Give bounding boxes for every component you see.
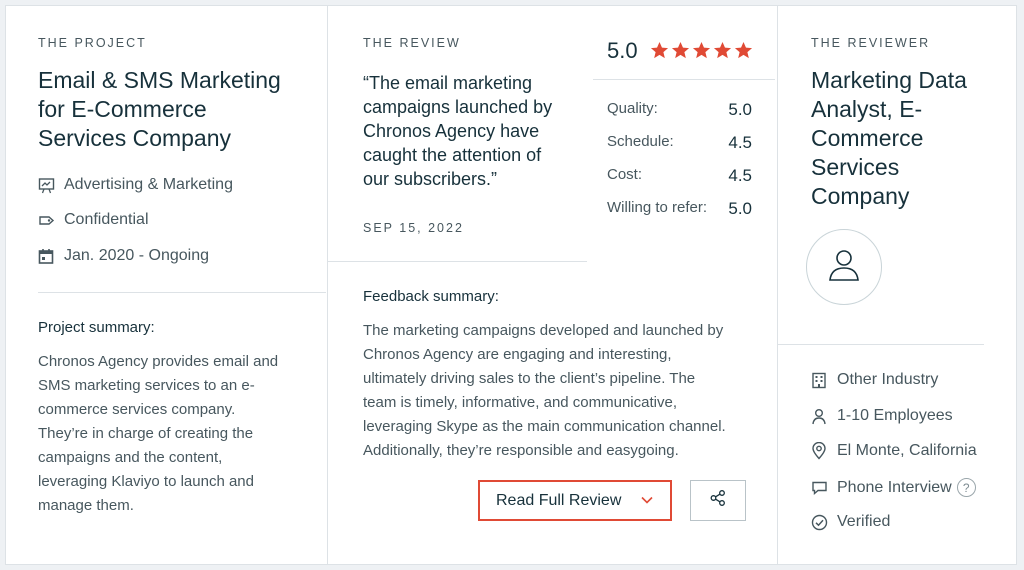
reviewer-industry-line: Other Industry — [811, 371, 938, 389]
read-full-review-label: Read Full Review — [496, 491, 622, 509]
presentation-chart-icon — [38, 177, 64, 194]
project-summary-heading: Project summary: — [38, 319, 155, 336]
project-title-line: Services Company — [38, 125, 232, 151]
price-tag-icon — [38, 212, 64, 229]
calendar-icon — [38, 248, 64, 265]
project-summary-text: Chronos Agency provides email and SMS ma… — [38, 350, 278, 518]
divider — [328, 261, 587, 262]
project-section-label: THE PROJECT — [38, 36, 147, 50]
feedback-line: Additionally, they’re responsible and ea… — [363, 442, 679, 459]
check-circle-icon — [811, 514, 837, 531]
feedback-line: leveraging Skype as the main communicati… — [363, 418, 726, 435]
summary-line: commerce services company. — [38, 401, 236, 418]
project-title-line: Email & SMS Marketing — [38, 67, 281, 93]
project-budget-line: Confidential — [38, 211, 149, 229]
share-button[interactable] — [690, 480, 746, 521]
reviewer-verified-text: Verified — [837, 513, 891, 530]
column-divider — [777, 6, 778, 564]
avatar — [806, 229, 882, 305]
reviewer-location-text: El Monte, California — [837, 442, 977, 459]
project-service-line: Advertising & Marketing — [38, 176, 233, 194]
reviewer-title: Marketing Data Analyst, E- Commerce Serv… — [811, 66, 967, 211]
star-icon — [692, 41, 711, 59]
reviewer-title-line: Commerce — [811, 125, 924, 151]
reviewer-section-label: THE REVIEWER — [811, 36, 931, 50]
quote-line: Chronos Agency have — [363, 121, 540, 141]
rating-value: 4.5 — [728, 166, 752, 185]
rating-willing-to-refer: Willing to refer: 5.0 — [607, 199, 752, 219]
read-full-review-button[interactable]: Read Full Review — [478, 480, 672, 521]
summary-line: Chronos Agency provides email and — [38, 353, 279, 370]
divider — [38, 292, 326, 293]
reviewer-interview-text: Phone Interview — [837, 478, 952, 496]
reviewer-title-line: Marketing Data — [811, 67, 967, 93]
rating-quality: Quality: 5.0 — [607, 100, 752, 120]
rating-label: Willing to refer: — [607, 199, 708, 216]
review-section-label: THE REVIEW — [363, 36, 461, 50]
star-icon — [671, 41, 690, 59]
chat-bubble-icon — [811, 480, 837, 496]
help-icon[interactable]: ? — [956, 478, 976, 497]
user-icon — [811, 408, 837, 425]
star-icon — [650, 41, 669, 59]
review-quote: “The email marketing campaigns launched … — [363, 71, 552, 191]
feedback-summary-text: The marketing campaigns developed and la… — [363, 319, 726, 463]
review-date: SEP 15, 2022 — [363, 221, 464, 235]
reviewer-location-line: El Monte, California — [811, 442, 977, 460]
share-icon — [709, 489, 727, 512]
rating-label: Quality: — [607, 100, 658, 117]
quote-line: our subscribers.” — [363, 169, 498, 189]
divider — [593, 79, 775, 80]
star-icon — [734, 41, 753, 59]
quote-line: campaigns launched by — [363, 97, 553, 117]
summary-line: SMS marketing services to an e- — [38, 377, 255, 394]
feedback-line: ultimately driving sales to the client’s… — [363, 370, 696, 387]
overall-score: 5.0 — [607, 38, 638, 63]
quote-line: caught the attention of — [363, 145, 542, 165]
project-title-line: for E-Commerce — [38, 96, 207, 122]
reviewer-verified-line: Verified — [811, 513, 890, 531]
reviewer-title-line: Analyst, E- — [811, 96, 923, 122]
summary-line: leveraging Klaviyo to launch and — [38, 473, 254, 490]
summary-line: campaigns and the content, — [38, 449, 223, 466]
feedback-summary-heading: Feedback summary: — [363, 288, 499, 305]
rating-value: 5.0 — [728, 100, 752, 119]
reviewer-employees-text: 1-10 Employees — [837, 407, 953, 424]
feedback-line: Chronos Agency are engaging and interest… — [363, 346, 672, 363]
project-dates-line: Jan. 2020 - Ongoing — [38, 247, 209, 265]
feedback-line: The marketing campaigns developed and la… — [363, 322, 724, 339]
quote-line: “The email marketing — [363, 73, 533, 93]
rating-label: Schedule: — [607, 133, 674, 150]
rating-schedule: Schedule: 4.5 — [607, 133, 752, 153]
reviewer-interview-line: Phone Interview ? — [811, 478, 976, 497]
rating-cost: Cost: 4.5 — [607, 166, 752, 186]
rating-value: 5.0 — [728, 199, 752, 218]
building-icon — [811, 372, 837, 389]
reviewer-industry-text: Other Industry — [837, 371, 939, 388]
reviewer-employees-line: 1-10 Employees — [811, 407, 953, 425]
reviewer-title-line: Company — [811, 183, 910, 209]
location-pin-icon — [811, 442, 837, 460]
star-rating — [650, 41, 753, 60]
column-divider — [327, 6, 328, 564]
chevron-down-icon — [640, 493, 654, 512]
reviewer-title-line: Services — [811, 154, 900, 180]
summary-line: manage them. — [38, 497, 134, 514]
divider — [778, 344, 984, 345]
rating-value: 4.5 — [728, 133, 752, 152]
feedback-line: team is timely, informative, and communi… — [363, 394, 677, 411]
star-icon — [713, 41, 732, 59]
project-service-text: Advertising & Marketing — [64, 176, 233, 193]
project-dates-text: Jan. 2020 - Ongoing — [64, 247, 209, 264]
summary-line: They’re in charge of creating the — [38, 425, 254, 442]
project-budget-text: Confidential — [64, 211, 149, 228]
user-icon — [824, 245, 864, 290]
project-title: Email & SMS Marketing for E-Commerce Ser… — [38, 66, 281, 153]
rating-label: Cost: — [607, 166, 643, 183]
